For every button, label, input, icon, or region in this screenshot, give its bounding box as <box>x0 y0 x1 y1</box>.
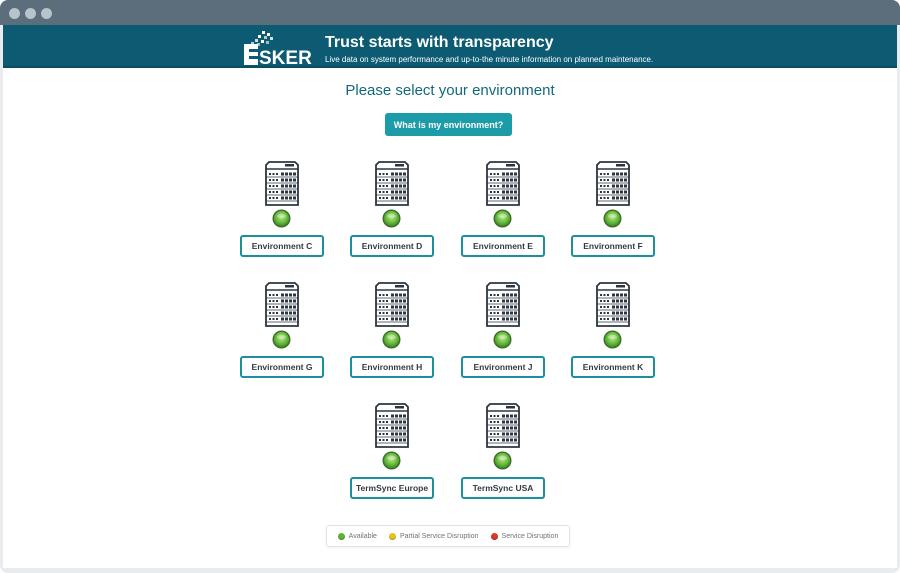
status-available-icon <box>603 209 622 228</box>
environment-tile: TermSync Europe <box>350 403 434 503</box>
status-available-icon <box>382 330 401 349</box>
legend-label: Available <box>348 532 377 540</box>
server-rack-icon <box>375 282 409 327</box>
environment-tile: Environment G <box>240 282 324 382</box>
what-is-my-environment-button[interactable]: What is my environment? <box>385 113 512 136</box>
server-rack-icon <box>486 403 520 448</box>
environment-button[interactable]: Environment D <box>350 235 434 257</box>
status-available-icon <box>493 330 512 349</box>
window-titlebar <box>0 0 900 25</box>
environment-button[interactable]: TermSync USA <box>461 477 545 499</box>
server-rack-icon <box>265 282 299 327</box>
page-heading: Please select your environment <box>345 82 555 99</box>
service-disruption-status-icon <box>490 532 498 540</box>
server-rack-icon <box>596 161 630 206</box>
window-close-dot[interactable] <box>9 8 20 19</box>
server-rack-icon <box>375 403 409 448</box>
legend-item-available: Available <box>337 532 377 540</box>
environment-button[interactable]: Environment E <box>461 235 545 257</box>
environment-tile: TermSync USA <box>461 403 545 503</box>
page-viewport: SKER Trust starts with transparency Live… <box>3 25 897 568</box>
status-available-icon <box>493 451 512 470</box>
environment-tile: Environment K <box>571 282 655 382</box>
partial-disruption-status-icon <box>388 532 396 540</box>
logo-text: SKER <box>259 48 312 65</box>
environment-tile: Environment C <box>240 161 324 261</box>
legend-item-partial-disruption: Partial Service Disruption <box>388 532 479 540</box>
status-available-icon <box>603 330 622 349</box>
status-available-icon <box>272 330 291 349</box>
environment-button[interactable]: Environment J <box>461 356 545 378</box>
status-available-icon <box>382 451 401 470</box>
server-rack-icon <box>486 282 520 327</box>
window-minimize-dot[interactable] <box>25 8 36 19</box>
browser-window: SKER Trust starts with transparency Live… <box>0 0 900 573</box>
environment-tile: Environment D <box>350 161 434 261</box>
legend-item-service-disruption: Service Disruption <box>490 532 559 540</box>
environment-button[interactable]: Environment C <box>240 235 324 257</box>
available-status-icon <box>337 532 345 540</box>
server-rack-icon <box>265 161 299 206</box>
environment-tile: Environment F <box>571 161 655 261</box>
legend-label: Partial Service Disruption <box>399 532 479 540</box>
environment-tile: Environment H <box>350 282 434 382</box>
header-banner: SKER Trust starts with transparency Live… <box>3 25 897 68</box>
server-rack-icon <box>596 282 630 327</box>
environment-button[interactable]: Environment H <box>350 356 434 378</box>
server-rack-icon <box>486 161 520 206</box>
environment-button[interactable]: Environment G <box>240 356 324 378</box>
window-maximize-dot[interactable] <box>41 8 52 19</box>
banner-title: Trust starts with transparency <box>325 34 554 51</box>
esker-logo[interactable]: SKER <box>244 31 318 65</box>
banner-subtitle: Live data on system performance and up-t… <box>325 55 654 64</box>
legend-label: Service Disruption <box>501 532 559 540</box>
environment-button[interactable]: Environment K <box>571 356 655 378</box>
environment-tile: Environment E <box>461 161 545 261</box>
environment-button[interactable]: Environment F <box>571 235 655 257</box>
status-available-icon <box>272 209 291 228</box>
environment-tile: Environment J <box>461 282 545 382</box>
status-available-icon <box>493 209 512 228</box>
status-available-icon <box>382 209 401 228</box>
status-legend: Available Partial Service Disruption Ser… <box>326 525 570 547</box>
environment-button[interactable]: TermSync Europe <box>350 477 434 499</box>
server-rack-icon <box>375 161 409 206</box>
